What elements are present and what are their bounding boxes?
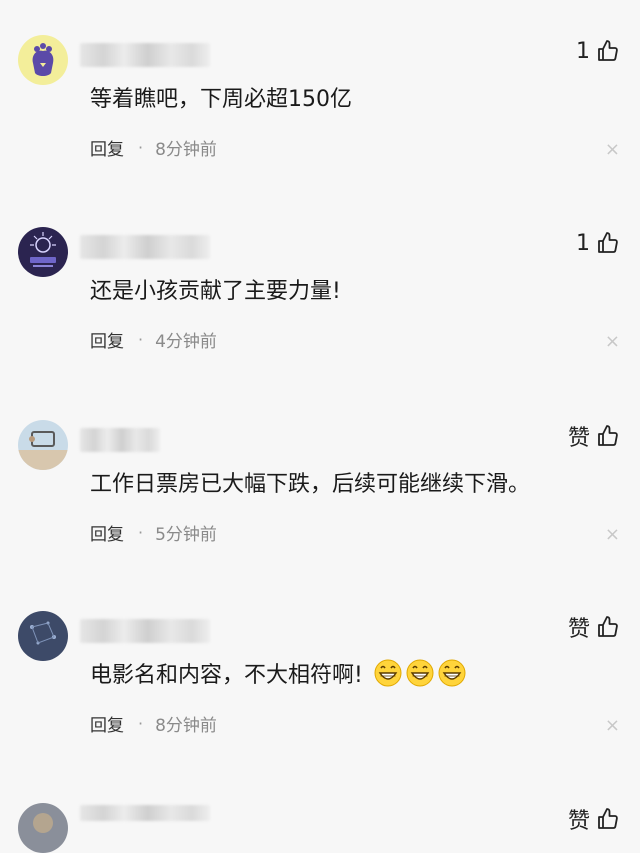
comment-meta: 回复 · 5分钟前 — [90, 520, 217, 545]
like-button[interactable]: 赞 — [567, 805, 620, 834]
like-count: 赞 — [567, 809, 590, 834]
separator-dot: · — [138, 714, 144, 733]
thumbs-up-icon — [598, 616, 618, 637]
reply-button[interactable]: 回复 — [90, 135, 124, 160]
thumbs-up-icon — [598, 232, 618, 253]
like-count: 赞 — [567, 617, 590, 642]
thumbs-up-icon — [598, 40, 618, 61]
like-count: 1 — [576, 230, 590, 256]
separator-dot: · — [138, 138, 144, 157]
separator-dot: · — [138, 523, 144, 542]
grinning-face-emoji — [374, 659, 402, 687]
comment-text: 还是小孩贡献了主要力量! — [90, 279, 341, 304]
avatar[interactable] — [18, 611, 68, 661]
separator-dot: · — [138, 330, 144, 349]
like-count: 赞 — [567, 426, 590, 451]
username[interactable] — [80, 428, 160, 452]
comment-text: 电影名和内容，不大相符啊! — [90, 657, 469, 689]
timestamp: 4分钟前 — [155, 332, 217, 352]
like-button[interactable]: 1 — [576, 37, 620, 65]
timestamp: 8分钟前 — [155, 716, 217, 736]
username[interactable] — [80, 619, 210, 643]
reply-button[interactable]: 回复 — [90, 711, 124, 736]
comment-item: 赞 — [0, 803, 640, 853]
timestamp: 8分钟前 — [155, 140, 217, 160]
grinning-face-emoji — [406, 659, 434, 687]
username[interactable] — [80, 235, 210, 259]
like-count: 1 — [576, 38, 590, 64]
comment-meta: 回复 · 4分钟前 — [90, 327, 217, 352]
comment-meta: 回复 · 8分钟前 — [90, 711, 217, 736]
avatar[interactable] — [18, 420, 68, 470]
close-icon[interactable]: × — [605, 333, 620, 351]
comment-item: 赞 电影名和内容，不大相符啊! 回复 · 8分钟前 × — [0, 611, 640, 751]
avatar[interactable] — [18, 803, 68, 853]
comment-text: 工作日票房已大幅下跌，后续可能继续下滑。 — [90, 472, 531, 497]
close-icon[interactable]: × — [605, 717, 620, 735]
close-icon[interactable]: × — [605, 526, 620, 544]
like-button[interactable]: 赞 — [567, 422, 620, 451]
reply-button[interactable]: 回复 — [90, 520, 124, 545]
like-button[interactable]: 1 — [576, 229, 620, 257]
username[interactable] — [80, 805, 210, 821]
comment-text: 等着瞧吧，下周必超150亿 — [90, 87, 352, 112]
comment-meta: 回复 · 8分钟前 — [90, 135, 217, 160]
close-icon[interactable]: × — [605, 141, 620, 159]
grinning-face-emoji — [438, 659, 466, 687]
avatar[interactable] — [18, 227, 68, 277]
avatar[interactable] — [18, 35, 68, 85]
thumbs-up-icon — [598, 425, 618, 446]
like-button[interactable]: 赞 — [567, 613, 620, 642]
comment-item: 赞 工作日票房已大幅下跌，后续可能继续下滑。 回复 · 5分钟前 × — [0, 420, 640, 560]
emoji-group — [373, 658, 469, 688]
username[interactable] — [80, 43, 210, 67]
thumbs-up-icon — [598, 808, 618, 829]
timestamp: 5分钟前 — [155, 525, 217, 545]
comment-item: 1 还是小孩贡献了主要力量! 回复 · 4分钟前 × — [0, 227, 640, 367]
reply-button[interactable]: 回复 — [90, 327, 124, 352]
comment-item: 1 等着瞧吧，下周必超150亿 回复 · 8分钟前 × — [0, 35, 640, 175]
